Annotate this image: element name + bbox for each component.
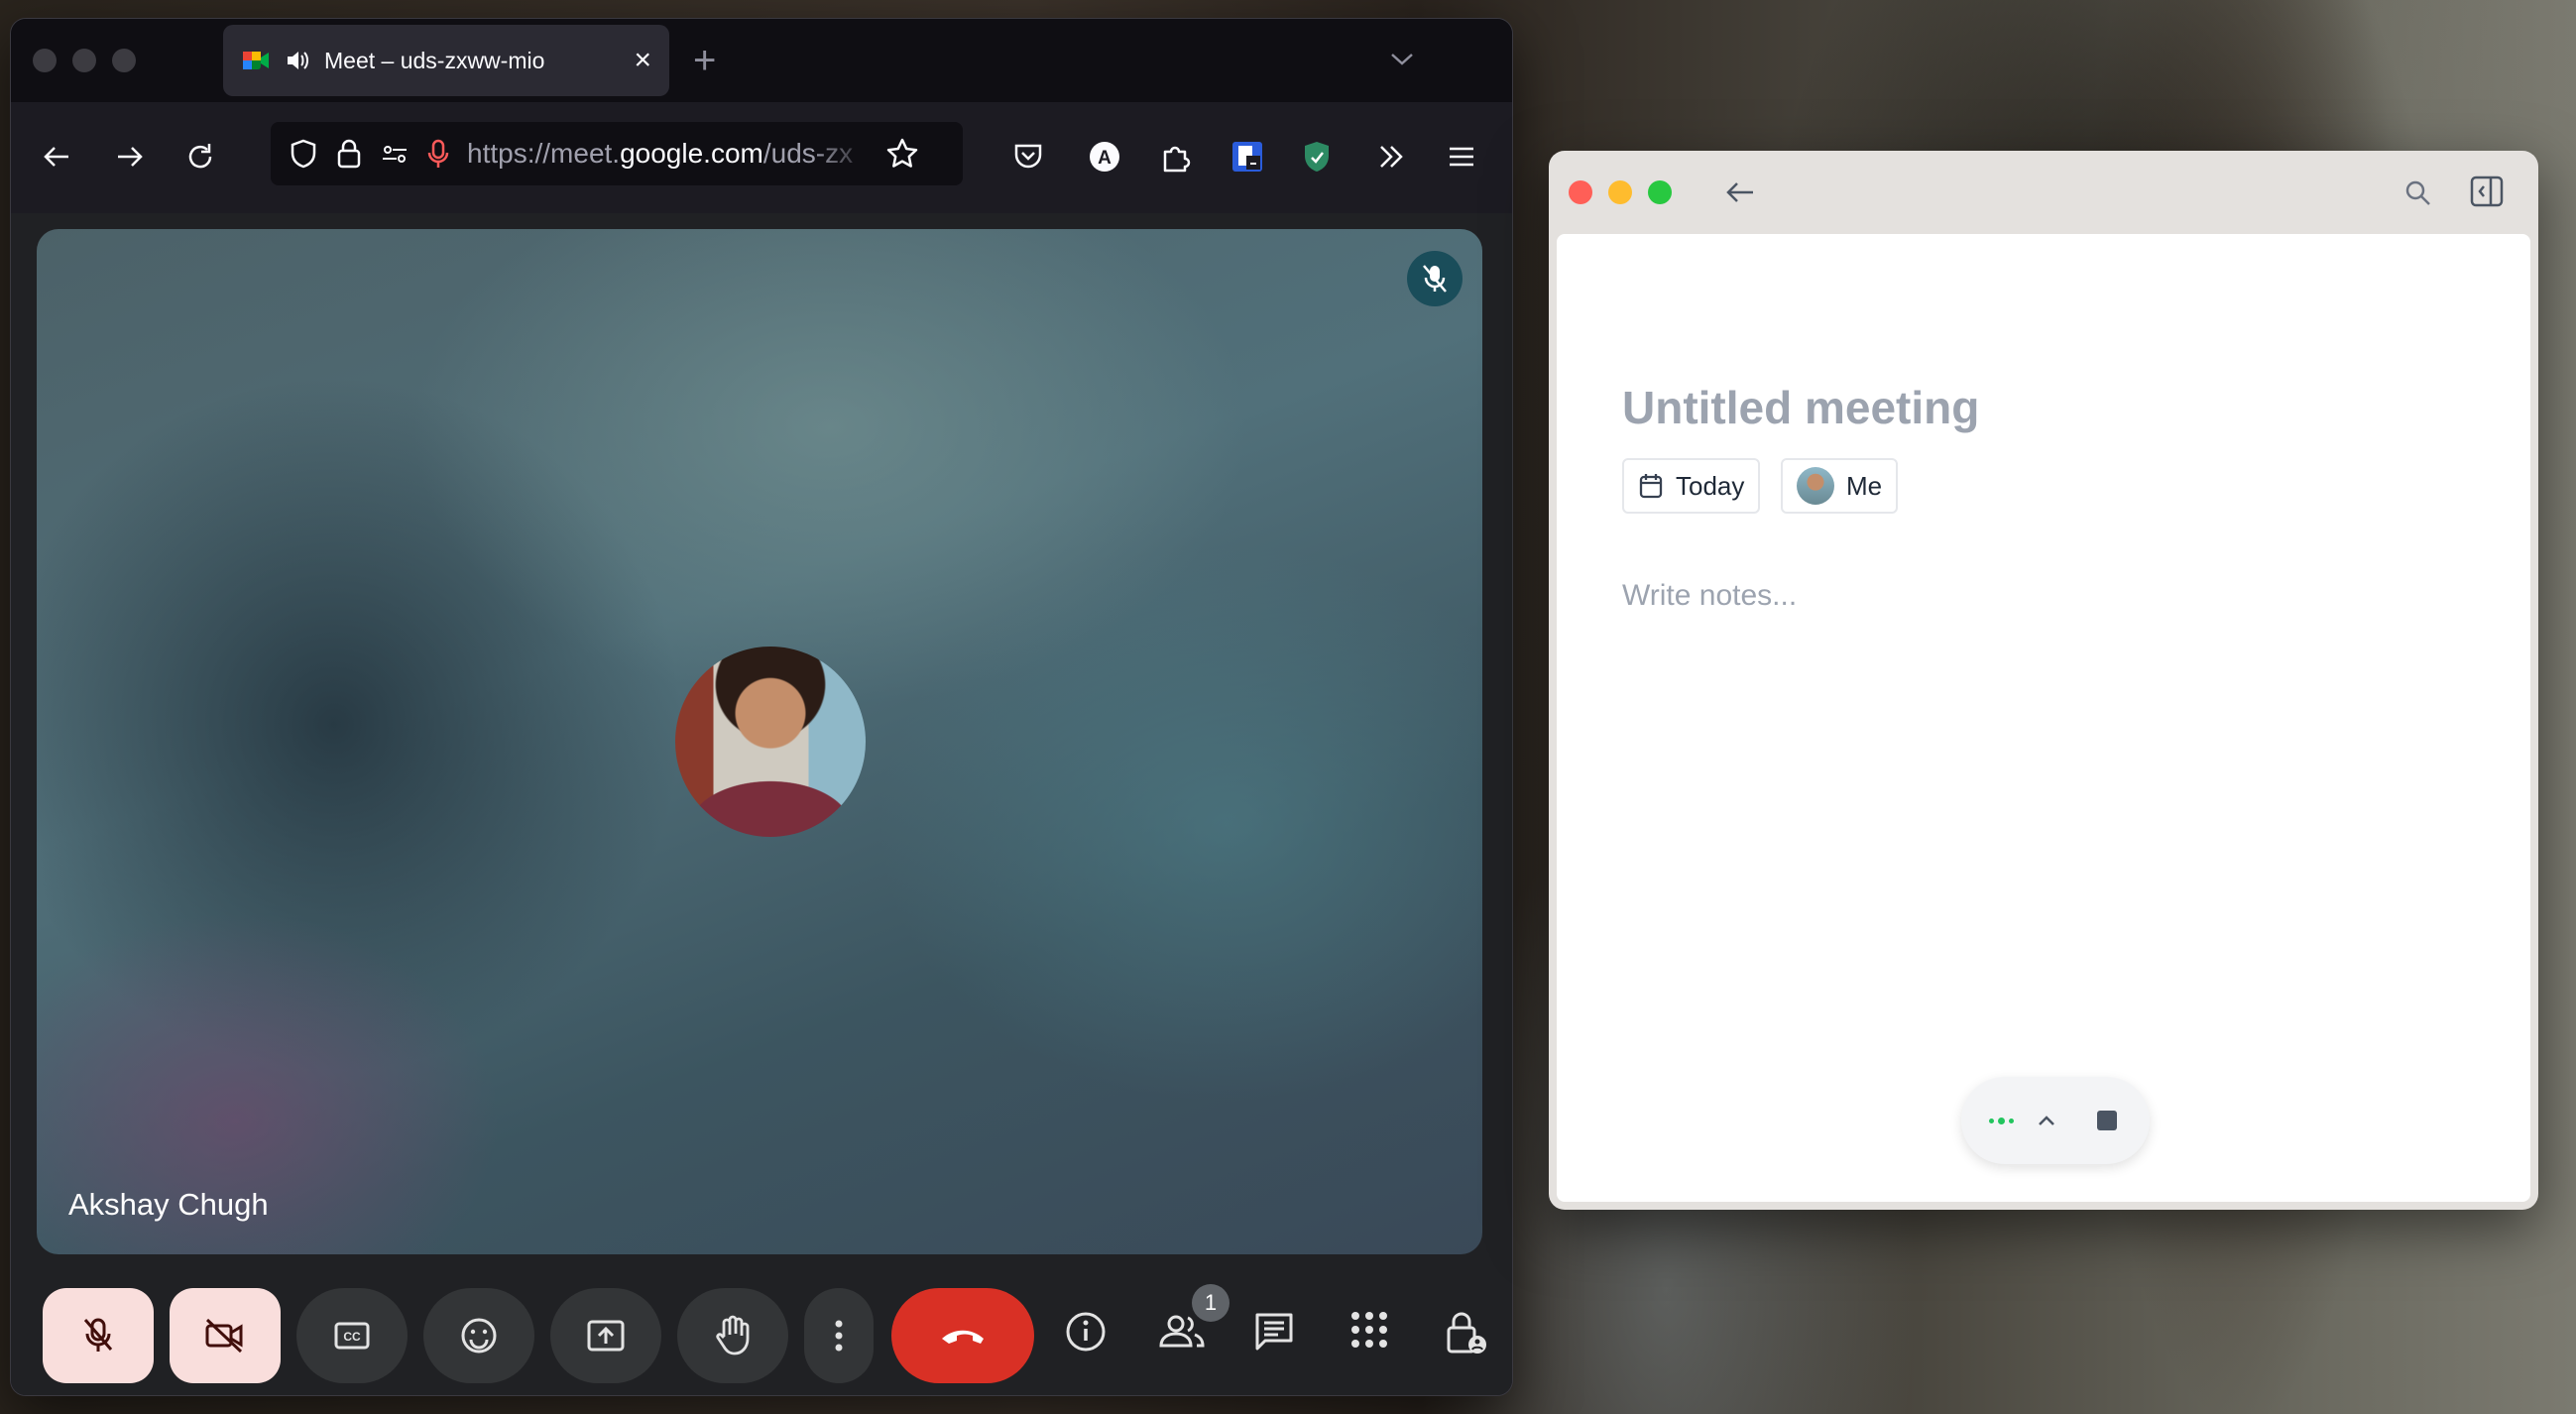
lock-icon[interactable] (336, 138, 362, 170)
permissions-icon[interactable] (380, 141, 410, 167)
window-close-button[interactable] (1569, 180, 1592, 204)
raise-hand-button[interactable] (677, 1288, 788, 1383)
window-zoom-button[interactable] (1648, 180, 1672, 204)
notes-app-window: Untitled meeting Today Me Write notes... (1549, 151, 2538, 1210)
extension-shield-icon[interactable] (1302, 140, 1332, 174)
recording-controls (1961, 1077, 2150, 1164)
account-icon[interactable]: A (1088, 140, 1121, 174)
reload-icon[interactable] (183, 140, 217, 174)
date-chip-label: Today (1676, 470, 1745, 501)
chat-icon[interactable] (1252, 1310, 1296, 1354)
present-screen-button[interactable] (550, 1288, 661, 1383)
camera-off-button[interactable] (170, 1288, 281, 1383)
participant-avatar (675, 647, 866, 837)
emoji-reactions-button[interactable] (423, 1288, 534, 1383)
meet-content: Akshay Chugh CC 1 (11, 213, 1512, 1395)
date-chip[interactable]: Today (1622, 458, 1761, 514)
svg-text:A: A (1098, 148, 1112, 169)
meet-controls: CC 1 (11, 1268, 1512, 1395)
audio-level-icon (1989, 1117, 2014, 1124)
attendee-chip[interactable]: Me (1781, 458, 1899, 514)
new-tab-button[interactable]: + (693, 41, 716, 80)
chevron-double-right-icon[interactable] (1373, 140, 1407, 174)
hamburger-menu-icon[interactable] (1447, 140, 1476, 174)
speaker-icon[interactable] (285, 48, 310, 73)
chevron-down-icon[interactable] (1389, 49, 1415, 68)
meeting-info-icon[interactable] (1064, 1310, 1108, 1354)
bookmark-star-icon[interactable] (885, 137, 919, 171)
back-arrow-icon[interactable] (1723, 177, 1757, 208)
participant-count-badge: 1 (1192, 1284, 1229, 1322)
back-arrow-icon[interactable] (41, 140, 74, 174)
url-text[interactable]: https://meet.google.com/uds-zx (467, 138, 874, 170)
svg-text:CC: CC (343, 1330, 361, 1344)
navigation-bar: https://meet.google.com/uds-zx A (11, 102, 1512, 213)
window-close-button[interactable] (33, 49, 57, 72)
notes-placeholder[interactable]: Write notes... (1622, 579, 1797, 613)
captions-button[interactable]: CC (296, 1288, 408, 1383)
calendar-icon (1638, 472, 1664, 500)
shield-icon[interactable] (289, 138, 318, 170)
participant-name: Akshay Chugh (68, 1187, 269, 1222)
extension-blue-icon[interactable] (1230, 140, 1264, 174)
window-zoom-button[interactable] (112, 49, 136, 72)
forward-arrow-icon[interactable] (112, 140, 146, 174)
extensions-puzzle-icon[interactable] (1159, 140, 1193, 174)
browser-window: Meet – uds-zxww-mio × + https://meet.goo… (10, 18, 1513, 1396)
address-bar[interactable]: https://meet.google.com/uds-zx (271, 122, 963, 185)
microphone-active-icon[interactable] (427, 138, 449, 170)
tab-bar: Meet – uds-zxww-mio × + (11, 19, 1512, 102)
stop-recording-button[interactable] (2097, 1111, 2117, 1130)
avatar (1797, 467, 1834, 505)
tab-close-icon[interactable]: × (634, 46, 651, 75)
window-minimize-button[interactable] (72, 49, 96, 72)
participant-tile[interactable]: Akshay Chugh (37, 229, 1482, 1254)
more-options-button[interactable] (804, 1288, 874, 1383)
search-icon[interactable] (2403, 178, 2433, 208)
muted-mic-icon (1407, 251, 1463, 306)
meeting-title[interactable]: Untitled meeting (1622, 381, 1979, 434)
google-meet-icon (241, 46, 271, 75)
tab-title: Meet – uds-zxww-mio (324, 47, 545, 73)
activities-grid-icon[interactable] (1349, 1310, 1389, 1350)
pocket-icon[interactable] (1012, 140, 1044, 172)
leave-call-button[interactable] (891, 1288, 1034, 1383)
window-minimize-button[interactable] (1608, 180, 1632, 204)
note-editor: Untitled meeting Today Me Write notes... (1557, 234, 2530, 1202)
tab-meet[interactable]: Meet – uds-zxww-mio × (223, 25, 669, 96)
sidebar-toggle-icon[interactable] (2469, 175, 2505, 208)
microphone-off-button[interactable] (43, 1288, 154, 1383)
chevron-up-icon[interactable] (2036, 1113, 2057, 1128)
host-controls-lock-icon[interactable] (1445, 1310, 1488, 1355)
attendee-chip-label: Me (1846, 470, 1883, 501)
